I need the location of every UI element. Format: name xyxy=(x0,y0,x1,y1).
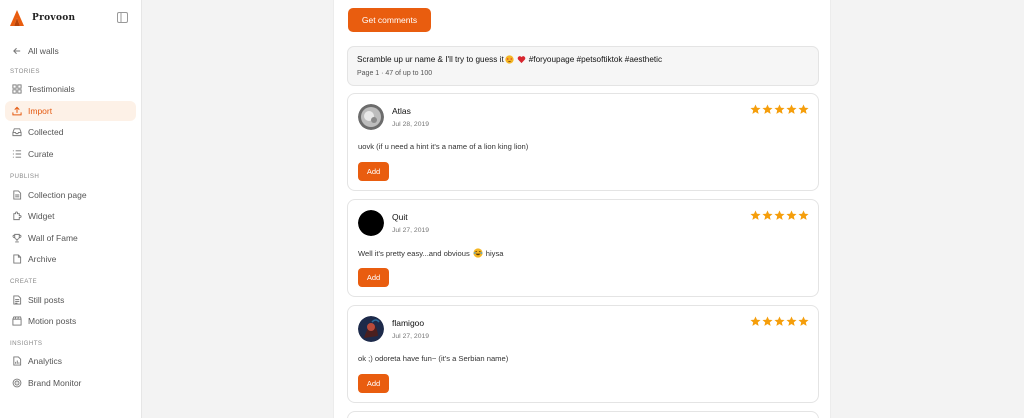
sidebar-item-label: Collection page xyxy=(28,190,87,200)
brand: Provoon xyxy=(10,9,132,27)
star-icon xyxy=(750,316,761,326)
star-eyes-emoji-icon xyxy=(505,55,514,64)
sidebar-item-archive[interactable]: Archive xyxy=(5,249,136,269)
sidebar-item-label: Archive xyxy=(28,254,57,264)
add-comment-button[interactable]: Add xyxy=(358,374,389,393)
page-info: Page 1 · 47 of up to 100 xyxy=(357,70,433,77)
comment-date: Jul 27, 2019 xyxy=(392,333,430,340)
star-icon xyxy=(786,210,797,220)
sidebar-item-testimonials[interactable]: Testimonials xyxy=(5,79,136,99)
commenter-name: flamigoo xyxy=(392,318,425,328)
sidebar-item-collection-page[interactable]: Collection page xyxy=(5,185,136,205)
trophy-icon xyxy=(11,233,22,244)
sidebar-item-label: Wall of Fame xyxy=(28,233,78,243)
post-title: Scramble up ur name & I'll try to guess … xyxy=(357,55,809,64)
sidebar-item-import[interactable]: Import xyxy=(5,101,136,121)
comment-text: Well it's pretty easy...and obvious hiys… xyxy=(358,248,504,258)
collapse-sidebar-icon[interactable] xyxy=(117,12,128,23)
sidebar-item-label: Brand Monitor xyxy=(28,378,82,388)
sidebar-item-label: Import xyxy=(28,106,53,116)
get-comments-button[interactable]: Get comments xyxy=(348,8,431,32)
sidebar-item-label: Collected xyxy=(28,127,64,137)
comment-card: Atlas Jul 28, 2019 uovk (if u need a hin… xyxy=(347,93,819,191)
star-icon xyxy=(774,210,785,220)
document-icon xyxy=(11,190,22,201)
list-check-icon xyxy=(11,149,22,160)
sidebar-item-label: Analytics xyxy=(28,356,63,366)
laughing-emoji-icon xyxy=(473,248,483,258)
sidebar-item-still-posts[interactable]: Still posts xyxy=(5,290,136,310)
avatar xyxy=(358,104,384,130)
star-icon xyxy=(774,316,785,326)
radar-icon xyxy=(11,378,22,389)
post-info-card: Scramble up ur name & I'll try to guess … xyxy=(347,46,819,86)
star-icon xyxy=(798,104,809,114)
back-label: All walls xyxy=(28,46,59,56)
comment-card: flamigoo Jul 27, 2019 ok ;) odoreta have… xyxy=(347,305,819,403)
star-icon xyxy=(774,104,785,114)
commenter-name: Atlas xyxy=(392,106,411,116)
main-panel: Get comments Scramble up ur name & I'll … xyxy=(333,0,831,418)
rating-stars xyxy=(750,316,809,327)
heart-emoji-icon xyxy=(517,56,526,64)
section-stories: STORIES xyxy=(10,68,40,75)
star-icon xyxy=(762,210,773,220)
sidebar-item-label: Testimonials xyxy=(28,84,75,94)
star-icon xyxy=(786,104,797,114)
comment-text: uovk (if u need a hint it's a name of a … xyxy=(358,142,529,151)
star-icon xyxy=(762,104,773,114)
comment-text-after: hiysa xyxy=(485,248,504,258)
sidebar-item-widget[interactable]: Widget xyxy=(5,206,136,226)
post-title-tags: #foryoupage #petsoftiktok #aesthetic xyxy=(528,55,663,64)
star-icon xyxy=(798,316,809,326)
add-comment-button[interactable]: Add xyxy=(358,162,389,181)
star-icon xyxy=(762,316,773,326)
back-all-walls-link[interactable]: All walls xyxy=(5,41,136,61)
grid-icon xyxy=(11,84,22,95)
clapperboard-icon xyxy=(11,316,22,327)
sidebar: Provoon All walls STORIES Testimonials I… xyxy=(0,0,142,418)
sidebar-item-analytics[interactable]: Analytics xyxy=(5,351,136,371)
sidebar-item-wall-of-fame[interactable]: Wall of Fame xyxy=(5,228,136,248)
brand-name: Provoon xyxy=(32,13,76,23)
avatar xyxy=(358,210,384,236)
puzzle-icon xyxy=(11,211,22,222)
comment-date: Jul 27, 2019 xyxy=(392,227,430,234)
sidebar-item-curate[interactable]: Curate xyxy=(5,144,136,164)
rating-stars xyxy=(750,210,809,221)
avatar xyxy=(358,316,384,342)
section-create: CREATE xyxy=(10,278,38,285)
sidebar-item-label: Curate xyxy=(28,149,54,159)
inbox-icon xyxy=(11,127,22,138)
sidebar-item-brand-monitor[interactable]: Brand Monitor xyxy=(5,373,136,393)
upload-icon xyxy=(11,106,22,117)
sidebar-item-motion-posts[interactable]: Motion posts xyxy=(5,311,136,331)
provoon-logo-icon xyxy=(10,10,24,26)
add-comment-button[interactable]: Add xyxy=(358,268,389,287)
section-insights: INSIGHTS xyxy=(10,340,43,347)
star-icon xyxy=(786,316,797,326)
star-icon xyxy=(750,210,761,220)
document-text-icon xyxy=(11,295,22,306)
rating-stars xyxy=(750,104,809,115)
section-publish: PUBLISH xyxy=(10,173,40,180)
archive-icon xyxy=(11,254,22,265)
comment-text: ok ;) odoreta have fun~ (it's a Serbian … xyxy=(358,354,509,363)
star-icon xyxy=(750,104,761,114)
sidebar-item-collected[interactable]: Collected xyxy=(5,122,136,142)
comment-text-before: Well it's pretty easy...and obvious xyxy=(358,248,470,258)
document-chart-icon xyxy=(11,356,22,367)
comment-date: Jul 28, 2019 xyxy=(392,121,430,128)
comment-card-partial xyxy=(347,411,819,418)
comment-card: Quit Jul 27, 2019 Well it's pretty easy.… xyxy=(347,199,819,297)
post-title-text: Scramble up ur name & I'll try to guess … xyxy=(357,55,504,64)
sidebar-item-label: Still posts xyxy=(28,295,65,305)
commenter-name: Quit xyxy=(392,212,408,222)
sidebar-item-label: Motion posts xyxy=(28,316,77,326)
arrow-left-icon xyxy=(11,46,22,57)
star-icon xyxy=(798,210,809,220)
sidebar-item-label: Widget xyxy=(28,211,55,221)
